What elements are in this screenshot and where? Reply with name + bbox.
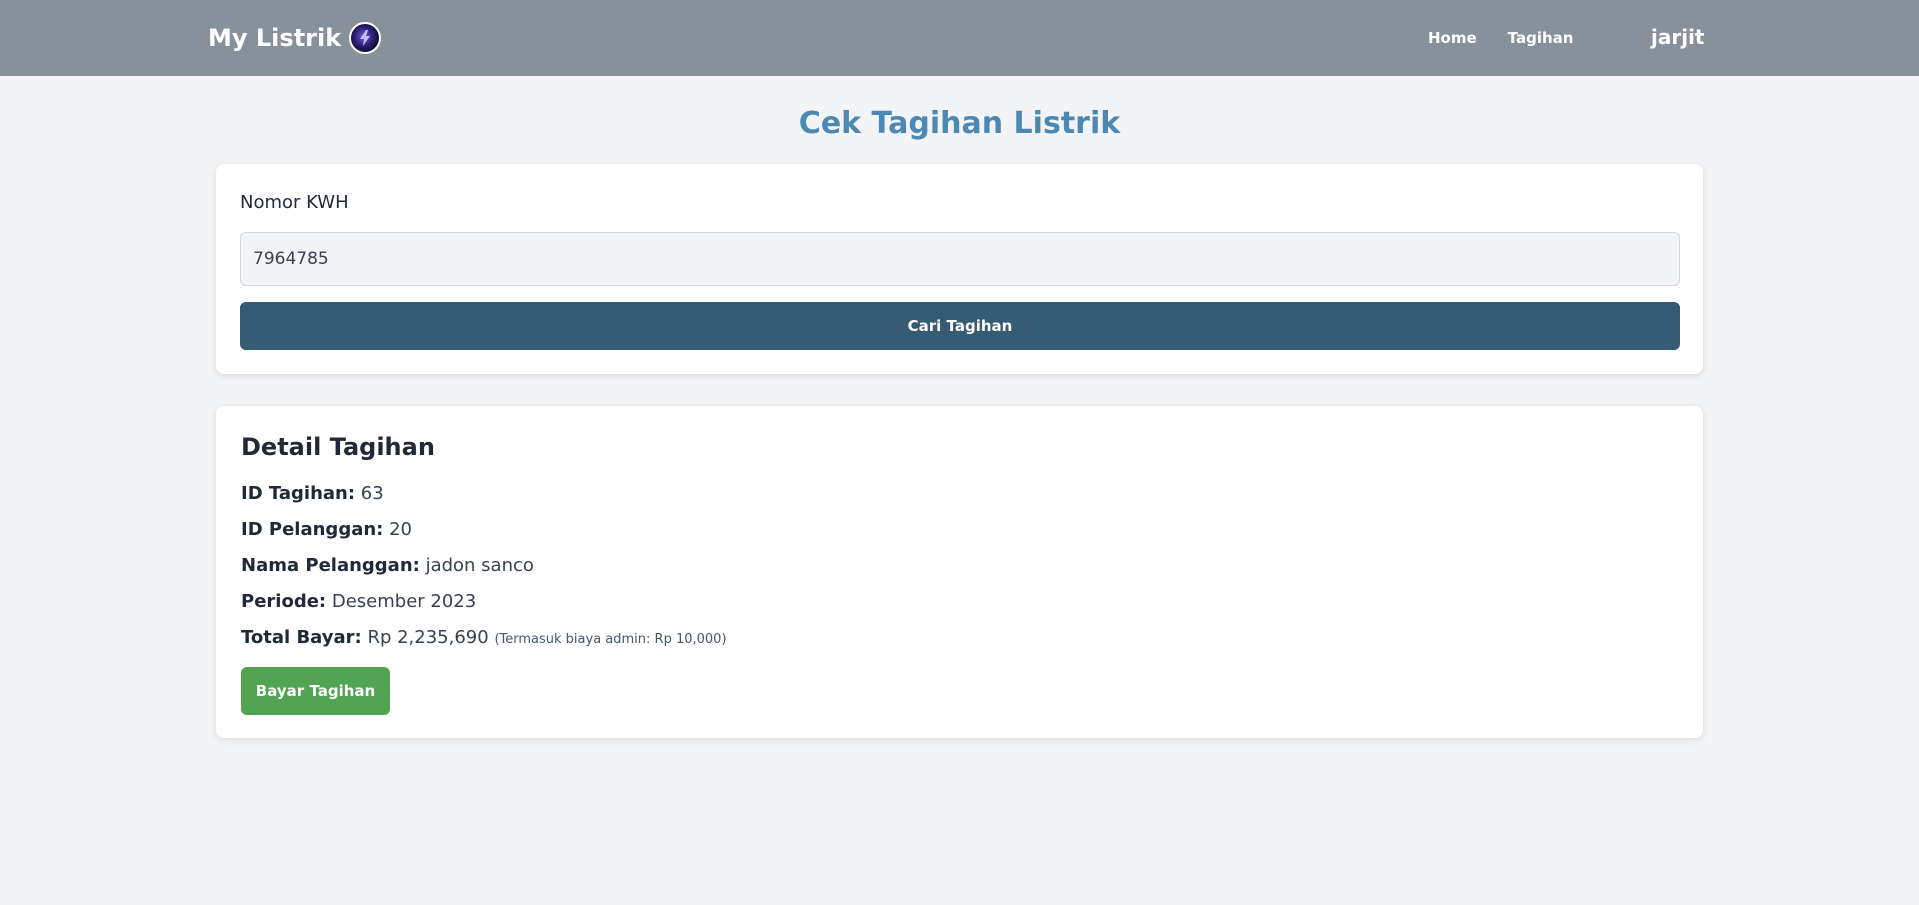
detail-value: Rp 2,235,690 [367,627,489,648]
detail-label: ID Tagihan: [241,483,356,504]
page-title: Cek Tagihan Listrik [798,106,1121,141]
detail-value: Desember 2023 [331,591,477,612]
brand-link[interactable]: My Listrik [208,22,382,54]
navbar: My Listrik Home Tagihan jarjit [0,0,1919,76]
admin-fee-note: (Termasuk biaya admin: Rp 10,000) [494,632,727,647]
detail-value: 20 [389,519,413,540]
kwh-label: Nomor KWH [240,192,349,213]
detail-row-total: Total Bayar: Rp 2,235,690 (Termasuk biay… [241,627,727,648]
user-name[interactable]: jarjit [1651,25,1705,49]
bill-detail-card: Detail Tagihan ID Tagihan: 63 ID Pelangg… [216,406,1703,738]
detail-row-customer-id: ID Pelanggan: 20 [241,519,412,540]
detail-label: Nama Pelanggan: [241,555,420,576]
detail-title: Detail Tagihan [241,433,435,461]
nav-links: Home Tagihan [1428,29,1573,47]
detail-value: jadon sanco [425,555,534,576]
detail-row-customer-name: Nama Pelanggan: jadon sanco [241,555,534,576]
detail-value: 63 [360,483,384,504]
detail-row-bill-id: ID Tagihan: 63 [241,483,384,504]
detail-label: Total Bayar: [241,627,362,648]
pay-bill-button[interactable]: Bayar Tagihan [241,667,390,715]
lightning-orb-icon [349,22,382,54]
kwh-input[interactable] [240,232,1680,286]
detail-label: Periode: [241,591,327,612]
detail-row-period: Periode: Desember 2023 [241,591,476,612]
search-bill-button[interactable]: Cari Tagihan [240,302,1680,350]
detail-label: ID Pelanggan: [241,519,384,540]
nav-link-tagihan[interactable]: Tagihan [1508,29,1574,47]
nav-link-home[interactable]: Home [1428,29,1477,47]
search-card: Nomor KWH Cari Tagihan [216,164,1703,374]
brand-name: My Listrik [208,24,342,52]
